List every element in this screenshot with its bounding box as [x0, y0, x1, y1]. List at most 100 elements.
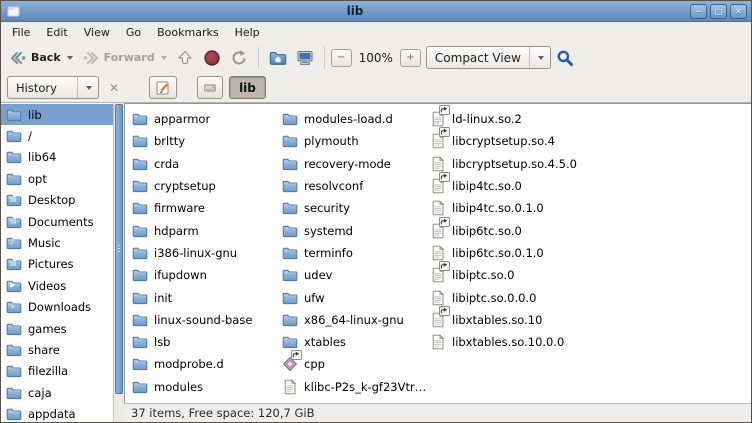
file-item-libcryptsetup-so-4-5-0[interactable]: libcryptsetup.so.4.5.0: [430, 153, 751, 175]
back-button[interactable]: Back: [5, 46, 77, 70]
file-item-plymouth[interactable]: plymouth: [282, 130, 430, 152]
sidebar-item-games[interactable]: games: [1, 318, 113, 339]
file-item-label: ifupdown: [154, 268, 207, 282]
sidebar-item-downloads[interactable]: ↓Downloads: [1, 297, 113, 318]
file-item-ld-linux-so-2[interactable]: ld-linux.so.2: [430, 108, 751, 130]
file-item-ifupdown[interactable]: ifupdown: [132, 264, 282, 286]
folder-icon: [132, 178, 149, 194]
sidebar-scrollbar[interactable]: [113, 103, 124, 422]
file-item-udev[interactable]: udev: [282, 264, 430, 286]
file-item-libip6tc-so-0-1-0[interactable]: libip6tc.so.0.1.0: [430, 242, 751, 264]
file-item-libiptc-so-0-0-0[interactable]: libiptc.so.0.0.0: [430, 286, 751, 308]
menu-bar: FileEditViewGoBookmarksHelp: [1, 22, 751, 42]
menu-bookmarks[interactable]: Bookmarks: [149, 24, 226, 41]
file-item-systemd[interactable]: systemd: [282, 219, 430, 241]
file-item-crda[interactable]: crda: [132, 153, 282, 175]
sidebar-item-pictures[interactable]: ▧Pictures: [1, 254, 113, 275]
file-item-firmware[interactable]: firmware: [132, 197, 282, 219]
view-mode-chevron-down-icon: [538, 56, 544, 60]
file-item-modules[interactable]: modules: [132, 376, 282, 398]
file-item-linux-sound-base[interactable]: linux-sound-base: [132, 309, 282, 331]
file-item-resolvconf[interactable]: resolvconf: [282, 175, 430, 197]
menu-edit[interactable]: Edit: [38, 24, 75, 41]
sidebar-item-root[interactable]: /: [1, 125, 113, 146]
sidebar-item-share[interactable]: share: [1, 339, 113, 360]
computer-button[interactable]: [292, 46, 318, 70]
file-item-label: ld-linux.so.2: [452, 112, 522, 126]
zoom-out-button[interactable]: −: [331, 49, 352, 67]
maximize-button[interactable]: □: [710, 4, 727, 19]
path-root-button[interactable]: [197, 76, 223, 99]
sidebar-item-lib[interactable]: lib: [1, 104, 113, 125]
sidebar-scrollbar-thumb[interactable]: [115, 104, 123, 394]
close-button[interactable]: ✕: [730, 4, 747, 19]
sidebar-item-filezilla[interactable]: filezilla: [1, 361, 113, 382]
document-icon: [430, 290, 447, 306]
file-item-lsb[interactable]: lsb: [132, 331, 282, 353]
file-item-label: klibc-P2s_k-gf23VtrG...: [304, 380, 430, 394]
file-item-libcryptsetup-so-4[interactable]: libcryptsetup.so.4: [430, 130, 751, 152]
file-item-recovery-mode[interactable]: recovery-mode: [282, 153, 430, 175]
file-item-terminfo[interactable]: terminfo: [282, 242, 430, 264]
menu-view[interactable]: View: [76, 24, 118, 41]
sidebar-item-music[interactable]: ♪Music: [1, 232, 113, 253]
file-item-cpp[interactable]: cpp: [282, 353, 430, 375]
minimize-button[interactable]: ─: [690, 4, 707, 19]
file-item-hdparm[interactable]: hdparm: [132, 219, 282, 241]
zoom-in-button[interactable]: +: [400, 49, 421, 67]
sidebar-item-label: opt: [28, 172, 47, 186]
view-mode-select[interactable]: Compact View: [426, 46, 551, 69]
file-item-label: libip4tc.so.0: [452, 179, 522, 193]
forward-button[interactable]: Forward: [78, 46, 171, 70]
history-select[interactable]: History: [7, 76, 99, 99]
menu-file[interactable]: File: [4, 24, 38, 41]
file-item-apparmor[interactable]: apparmor: [132, 108, 282, 130]
file-item-klibc-p2s-k-gf23vtrg[interactable]: klibc-P2s_k-gf23VtrG...: [282, 376, 430, 398]
home-button[interactable]: [265, 46, 291, 70]
file-item-brltty[interactable]: brltty: [132, 130, 282, 152]
close-sidebar-button[interactable]: ✕: [105, 81, 123, 95]
folder-icon: [132, 267, 149, 283]
search-button[interactable]: [552, 46, 578, 70]
back-chevron-down-icon[interactable]: [67, 56, 73, 60]
file-item-ufw[interactable]: ufw: [282, 286, 430, 308]
file-item-libip6tc-so-0[interactable]: libip6tc.so.0: [430, 219, 751, 241]
file-item-label: i386-linux-gnu: [154, 246, 237, 260]
sidebar-item-desktop[interactable]: ▨Desktop: [1, 190, 113, 211]
sidebar-item-opt[interactable]: opt: [1, 168, 113, 189]
zoom-in-icon: +: [406, 53, 414, 63]
stop-button[interactable]: [199, 46, 225, 70]
path-current-button[interactable]: lib: [229, 76, 266, 99]
folder-videos-emblem-icon: ▶: [10, 282, 15, 289]
drive-icon: [203, 80, 217, 96]
file-item-security[interactable]: security: [282, 197, 430, 219]
sidebar-item-appdata[interactable]: appdata: [1, 403, 113, 422]
file-item-libip4tc-so-0[interactable]: libip4tc.so.0: [430, 175, 751, 197]
sidebar-item-caja[interactable]: caja: [1, 382, 113, 403]
file-item-xtables[interactable]: xtables: [282, 331, 430, 353]
file-item-label: libiptc.so.0.0.0: [452, 291, 536, 305]
menu-go[interactable]: Go: [118, 24, 149, 41]
file-item-x86-64-linux-gnu[interactable]: x86_64-linux-gnu: [282, 309, 430, 331]
file-item-modprobe-d[interactable]: modprobe.d: [132, 353, 282, 375]
file-item-libxtables-so-10[interactable]: libxtables.so.10: [430, 309, 751, 331]
file-item-init[interactable]: init: [132, 286, 282, 308]
file-item-i386-linux-gnu[interactable]: i386-linux-gnu: [132, 242, 282, 264]
refresh-button[interactable]: [226, 46, 252, 70]
edit-location-button[interactable]: [149, 76, 177, 99]
sidebar-item-videos[interactable]: ▶Videos: [1, 275, 113, 296]
sidebar-item-label: Desktop: [28, 193, 75, 207]
view-mode-value: Compact View: [435, 51, 529, 65]
file-item-libxtables-so-10-0-0[interactable]: libxtables.so.10.0.0: [430, 331, 751, 353]
folder-icon: ♪: [6, 235, 23, 251]
file-item-libip4tc-so-0-1-0[interactable]: libip4tc.so.0.1.0: [430, 197, 751, 219]
back-label: Back: [31, 51, 61, 64]
up-button[interactable]: [172, 46, 198, 70]
sidebar-item-lib64[interactable]: lib64: [1, 147, 113, 168]
file-item-libiptc-so-0[interactable]: libiptc.so.0: [430, 264, 751, 286]
sidebar-item-documents[interactable]: ▤Documents: [1, 211, 113, 232]
file-item-modules-load-d[interactable]: modules-load.d: [282, 108, 430, 130]
file-item-label: libcryptsetup.so.4.5.0: [452, 157, 577, 171]
menu-help[interactable]: Help: [227, 24, 268, 41]
file-item-cryptsetup[interactable]: cryptsetup: [132, 175, 282, 197]
